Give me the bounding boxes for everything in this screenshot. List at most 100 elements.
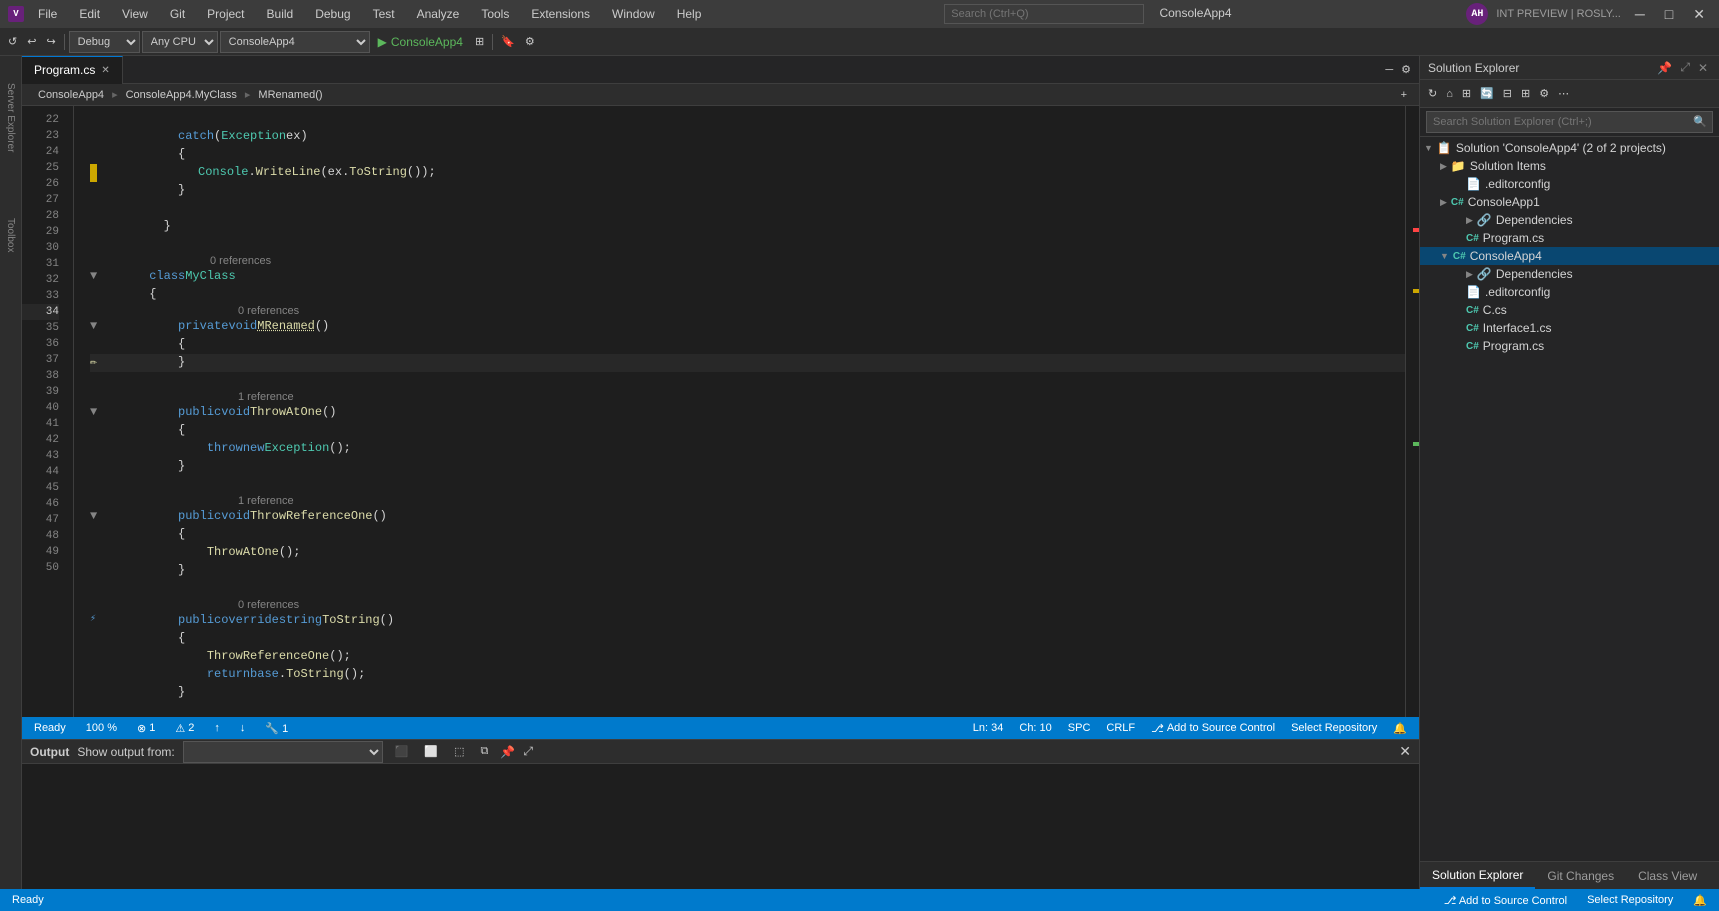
se-editorconfig-4[interactable]: 📄 .editorconfig: [1420, 283, 1719, 301]
menu-help[interactable]: Help: [669, 5, 710, 23]
line-numbers: 22 23 24 25 26 27 28 29 30 31 32 33 34 3…: [22, 106, 74, 717]
se-refresh-btn[interactable]: 🔄: [1476, 83, 1498, 105]
menu-edit[interactable]: Edit: [71, 5, 108, 23]
se-search-input[interactable]: [1426, 111, 1713, 133]
warnings-status[interactable]: ⚠ 2: [171, 722, 198, 735]
se-program-cs-1[interactable]: C# Program.cs: [1420, 229, 1719, 247]
se-dependencies-1[interactable]: ▶ 🔗 Dependencies: [1420, 211, 1719, 229]
toolbar-refresh-btn[interactable]: ↺: [4, 31, 21, 53]
toolbar-settings-btn[interactable]: ⚙: [521, 31, 539, 53]
menu-view[interactable]: View: [114, 5, 156, 23]
se-tree: ▼ 📋 Solution 'ConsoleApp4' (2 of 2 proje…: [1420, 137, 1719, 861]
editor-tab-program-cs[interactable]: Program.cs ✕: [22, 56, 123, 84]
minimize-button[interactable]: ─: [1629, 4, 1651, 24]
output-pin-btn[interactable]: 📌: [500, 745, 515, 759]
toolbar-bookmark-btn[interactable]: 🔖: [497, 31, 519, 53]
filepath-class[interactable]: ConsoleApp4.MyClass: [118, 87, 245, 103]
start-button[interactable]: ▶ ConsoleApp4: [372, 33, 469, 51]
tab-settings-btn[interactable]: ⚙: [1397, 59, 1415, 81]
se-editorconfig-1[interactable]: 📄 .editorconfig: [1420, 175, 1719, 193]
se-solution-items[interactable]: ▶ 📁 Solution Items: [1420, 157, 1719, 175]
menu-analyze[interactable]: Analyze: [409, 5, 468, 23]
se-consoleapp4[interactable]: ▼ C# ConsoleApp4: [1420, 247, 1719, 265]
line-ending-status[interactable]: CRLF: [1102, 722, 1139, 735]
toolbar-extra-btn[interactable]: ⊞: [471, 31, 488, 53]
filepath-action-btn[interactable]: +: [1397, 84, 1411, 106]
output-close-btn[interactable]: ✕: [1399, 743, 1411, 760]
se-sync-btn[interactable]: ↻: [1424, 83, 1441, 105]
encoding-status[interactable]: SPC: [1064, 722, 1095, 735]
select-repository-btn[interactable]: Select Repository: [1287, 722, 1381, 735]
menu-build[interactable]: Build: [259, 5, 302, 23]
zoom-label: 100 %: [86, 722, 117, 734]
se-tab-git-changes[interactable]: Git Changes: [1535, 862, 1626, 889]
menu-debug[interactable]: Debug: [307, 5, 358, 23]
filepath-project[interactable]: ConsoleApp4: [30, 87, 112, 103]
output-align-left-btn[interactable]: ⬛: [391, 741, 413, 763]
se-dependencies-4[interactable]: ▶ 🔗 Dependencies: [1420, 265, 1719, 283]
tab-collapse-btn[interactable]: ─: [1381, 59, 1397, 81]
se-gear-btn[interactable]: ⚙: [1535, 83, 1553, 105]
code-content[interactable]: catch (Exception ex) { Console.WriteLine…: [74, 106, 1405, 717]
se-home-btn[interactable]: ⌂: [1442, 83, 1457, 105]
se-close-btn[interactable]: ✕: [1695, 59, 1711, 76]
bottom-git[interactable]: ⎇ Add to Source Control: [1440, 894, 1571, 907]
menu-window[interactable]: Window: [604, 5, 663, 23]
output-word-wrap-btn[interactable]: ⬚: [450, 741, 468, 763]
se-more-btn[interactable]: ⋯: [1554, 83, 1573, 105]
bottom-select-repo[interactable]: Select Repository: [1583, 894, 1677, 907]
menu-git[interactable]: Git: [162, 5, 193, 23]
se-consoleapp1[interactable]: ▶ C# ConsoleApp1: [1420, 193, 1719, 211]
output-source-dropdown[interactable]: Build Debug General: [183, 741, 383, 763]
platform-dropdown[interactable]: Any CPU x64 x86: [142, 31, 218, 53]
se-interface1-cs[interactable]: C# Interface1.cs: [1420, 319, 1719, 337]
notifications-btn[interactable]: 🔔: [1389, 722, 1411, 735]
se-pin-btn[interactable]: 📌: [1654, 59, 1675, 76]
se-tab-solution-explorer[interactable]: Solution Explorer: [1420, 862, 1535, 889]
se-c-cs[interactable]: C# C.cs: [1420, 301, 1719, 319]
ch-status[interactable]: Ch: 10: [1015, 722, 1055, 735]
maximize-button[interactable]: □: [1659, 4, 1679, 24]
tab-close-icon[interactable]: ✕: [101, 65, 109, 76]
ready-label: Ready: [34, 722, 66, 734]
menu-file[interactable]: File: [30, 5, 65, 23]
code-line-41: ▼ public void ThrowReferenceOne(): [90, 508, 1405, 526]
nav-down-btn[interactable]: ↓: [236, 722, 250, 734]
bottom-bell[interactable]: 🔔: [1689, 894, 1711, 907]
zoom-status[interactable]: 100 %: [82, 722, 121, 734]
output-align-center-btn[interactable]: ⬜: [420, 741, 442, 763]
toolbar-redo-btn[interactable]: ↪: [42, 31, 59, 53]
nav-up-btn[interactable]: ↑: [210, 722, 224, 734]
output-float-btn[interactable]: ⤢: [523, 744, 533, 759]
ref-hint-46: 0 references: [90, 598, 1405, 612]
refactor-btn[interactable]: 🔧 1: [261, 722, 292, 735]
se-collapse-btn[interactable]: ⊟: [1499, 83, 1516, 105]
add-source-control[interactable]: ⎇ Add to Source Control: [1147, 722, 1279, 735]
se-tab-class-view[interactable]: Class View: [1626, 862, 1709, 889]
server-explorer-icon[interactable]: Server Explorer: [5, 80, 16, 155]
se-filter-btn[interactable]: ⊞: [1517, 83, 1534, 105]
toolbox-icon[interactable]: Toolbox: [5, 215, 16, 255]
deps-4-icon: 🔗: [1477, 267, 1492, 281]
interface1-cs-label: Interface1.cs: [1483, 321, 1552, 335]
se-solution-root[interactable]: ▼ 📋 Solution 'ConsoleApp4' (2 of 2 proje…: [1420, 139, 1719, 157]
user-avatar[interactable]: AH: [1466, 3, 1488, 25]
filepath-method[interactable]: MRenamed(): [250, 87, 330, 103]
se-program-cs-4[interactable]: C# Program.cs: [1420, 337, 1719, 355]
toolbar-undo-btn[interactable]: ↩: [23, 31, 40, 53]
code-line-22: [90, 110, 1405, 128]
close-button[interactable]: ✕: [1687, 4, 1711, 25]
editorconfig-1-icon: 📄: [1466, 177, 1481, 191]
project-dropdown[interactable]: ConsoleApp4: [220, 31, 370, 53]
menu-extensions[interactable]: Extensions: [523, 5, 598, 23]
ln-status[interactable]: Ln: 34: [969, 722, 1008, 735]
se-float-btn[interactable]: ⤢: [1677, 59, 1693, 76]
menu-test[interactable]: Test: [365, 5, 403, 23]
global-search[interactable]: [944, 4, 1144, 24]
output-copy-btn[interactable]: ⧉: [477, 741, 493, 763]
menu-tools[interactable]: Tools: [473, 5, 517, 23]
debug-config-dropdown[interactable]: Debug Release: [69, 31, 140, 53]
errors-status[interactable]: ⊗ 1: [133, 722, 159, 735]
se-properties-btn[interactable]: ⊞: [1458, 83, 1475, 105]
menu-project[interactable]: Project: [199, 5, 252, 23]
